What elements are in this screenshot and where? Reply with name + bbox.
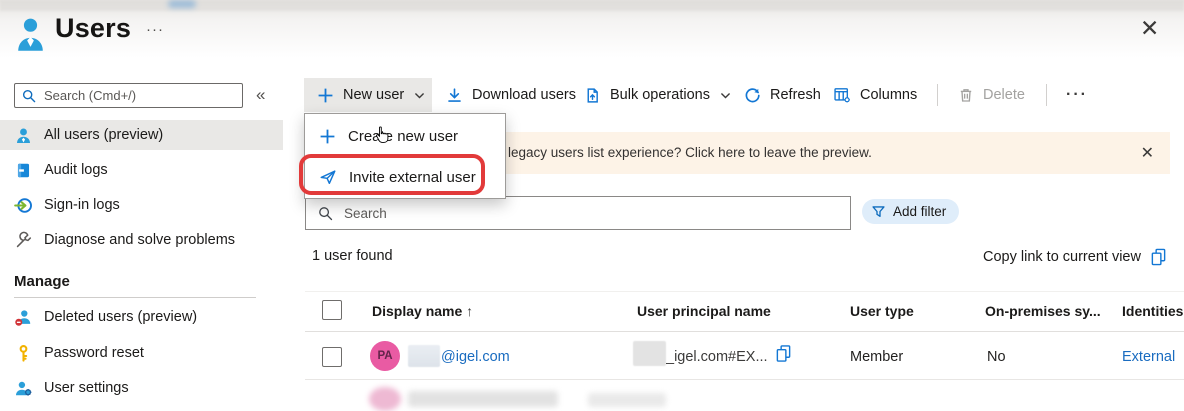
display-name-link[interactable]: @igel.com [441, 349, 510, 365]
refresh-label: Refresh [770, 87, 821, 103]
plus-icon [319, 128, 336, 145]
sidebar-item-deleted-users[interactable]: Deleted users (preview) [0, 302, 283, 332]
result-count: 1 user found [312, 248, 393, 264]
column-header-on-premises[interactable]: On-premises sy... [985, 303, 1101, 319]
redacted-next-avatar [369, 387, 401, 411]
wrench-icon [14, 231, 33, 250]
delete-button[interactable]: Delete [958, 78, 1025, 112]
copy-icon [1150, 247, 1167, 266]
menu-item-label: Create new user [348, 128, 458, 145]
sidebar-item-label: All users (preview) [44, 127, 163, 143]
upn-value: _igel.com#EX... [666, 349, 768, 365]
search-icon [22, 89, 36, 103]
cursor-hand-icon [374, 126, 389, 148]
filter-icon [871, 204, 886, 219]
row-checkbox[interactable] [322, 347, 342, 367]
title-more-button[interactable]: ··· [146, 21, 164, 38]
refresh-button[interactable]: Refresh [744, 78, 821, 112]
deleted-users-icon [14, 308, 33, 327]
collapse-sidebar-icon[interactable]: « [256, 85, 265, 105]
users-icon [15, 15, 46, 58]
sort-ascending-icon[interactable]: ↑ [466, 303, 473, 319]
more-commands-button[interactable]: ··· [1066, 78, 1088, 112]
columns-label: Columns [860, 87, 917, 103]
sidebar-item-password-reset[interactable]: Password reset [0, 338, 283, 368]
new-user-label: New user [343, 87, 404, 103]
sidebar-divider [14, 297, 256, 298]
sidebar-search[interactable] [14, 83, 243, 108]
redacted-display-name [408, 345, 440, 367]
menu-item-label: Invite external user [349, 169, 476, 186]
sidebar-item-signin-logs[interactable]: Sign-in logs [0, 190, 283, 220]
columns-icon [833, 86, 851, 104]
manage-section-label: Manage [14, 273, 70, 290]
banner-close-icon[interactable]: ✕ [1141, 143, 1154, 163]
menu-item-create-new-user[interactable]: Create new user [305, 116, 505, 156]
person-icon [14, 126, 33, 145]
copy-upn-icon[interactable] [775, 343, 792, 368]
table-top-border [305, 291, 1184, 292]
sidebar-search-input[interactable] [42, 87, 242, 104]
delete-label: Delete [983, 87, 1025, 103]
column-header-upn[interactable]: User principal name [637, 303, 771, 319]
download-users-button[interactable]: Download users [446, 78, 576, 112]
sidebar-item-audit-logs[interactable]: Audit logs [0, 155, 283, 185]
users-page: Users ··· ✕ « All users (preview) Audit … [0, 0, 1184, 411]
copy-link-label: Copy link to current view [983, 249, 1141, 265]
toolbar-divider [937, 84, 938, 106]
sidebar-item-label: Password reset [44, 345, 144, 361]
menu-item-invite-external-user[interactable]: Invite external user [305, 157, 505, 197]
close-icon[interactable]: ✕ [1140, 15, 1159, 42]
users-search-input[interactable] [342, 205, 850, 222]
table-header-border [305, 331, 1184, 332]
redacted-next-name [408, 391, 558, 407]
users-search-box[interactable] [305, 196, 851, 230]
banner-message[interactable]: legacy users list experience? Click here… [508, 145, 872, 160]
signin-log-icon [14, 196, 33, 215]
sidebar-item-user-settings[interactable]: User settings [0, 373, 283, 403]
add-filter-label: Add filter [893, 204, 946, 219]
download-users-label: Download users [472, 87, 576, 103]
row-border [305, 379, 1184, 380]
copy-link-button[interactable]: Copy link to current view [983, 247, 1167, 266]
columns-button[interactable]: Columns [833, 78, 917, 112]
sidebar-item-label: User settings [44, 380, 129, 396]
send-icon [319, 168, 337, 186]
redacted-next-upn [588, 393, 666, 407]
add-filter-button[interactable]: Add filter [862, 199, 959, 224]
redacted-upn-prefix [633, 341, 666, 366]
page-title: Users [55, 13, 131, 44]
audit-log-icon [14, 161, 33, 180]
key-icon [14, 344, 33, 363]
identities-link[interactable]: External [1122, 349, 1184, 365]
toolbar-divider [1046, 84, 1047, 106]
chevron-down-icon [719, 89, 732, 102]
sidebar-item-label: Deleted users (preview) [44, 309, 197, 325]
refresh-icon [744, 87, 761, 104]
sidebar-item-label: Sign-in logs [44, 197, 120, 213]
download-icon [446, 87, 463, 104]
user-settings-icon [14, 379, 33, 398]
sidebar-item-diagnose[interactable]: Diagnose and solve problems [0, 225, 283, 255]
trash-icon [958, 87, 974, 103]
new-user-button[interactable]: New user [304, 78, 432, 112]
search-icon [318, 206, 333, 221]
new-user-dropdown: Create new user Invite external user [304, 113, 506, 199]
column-header-identities[interactable]: Identities [1122, 303, 1184, 319]
on-premises-value: No [987, 349, 1006, 365]
sidebar-item-label: Audit logs [44, 162, 108, 178]
column-header-user-type[interactable]: User type [850, 303, 914, 319]
bulk-operations-label: Bulk operations [610, 87, 710, 103]
column-header-display-name[interactable]: Display name ↑ [372, 303, 473, 319]
sidebar-item-label: Diagnose and solve problems [44, 232, 235, 248]
chevron-down-icon [413, 89, 426, 102]
breadcrumb-remnant [168, 0, 196, 8]
select-all-checkbox[interactable] [322, 300, 342, 320]
bulk-operations-button[interactable]: Bulk operations [584, 78, 732, 112]
bulk-operations-icon [584, 87, 601, 104]
sidebar-item-all-users[interactable]: All users (preview) [0, 120, 283, 150]
user-type-value: Member [850, 349, 903, 365]
plus-icon [317, 87, 334, 104]
avatar: PA [370, 341, 400, 371]
